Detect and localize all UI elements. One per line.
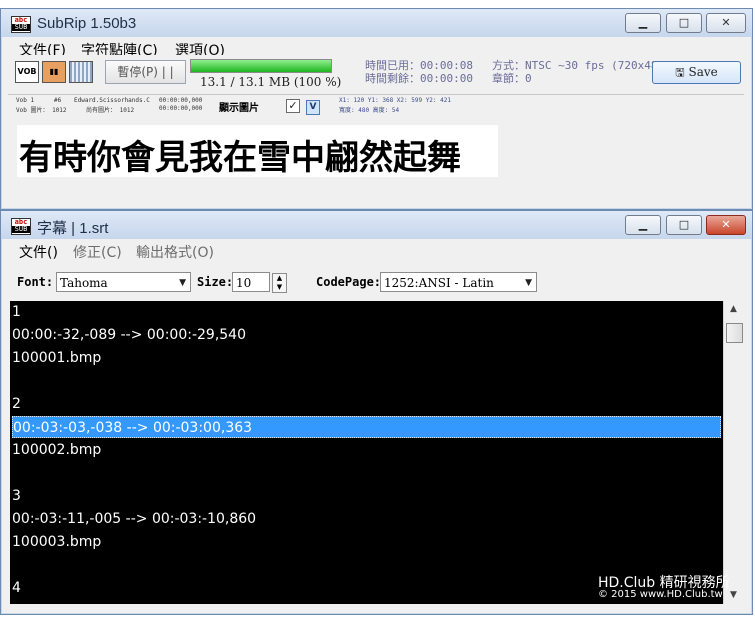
film-icon[interactable]: ▮▮: [42, 61, 66, 83]
scroll-thumb[interactable]: [726, 323, 743, 343]
chapter: 章節：0: [492, 70, 532, 86]
font-value: Tahoma: [60, 276, 108, 290]
title-text: Edward.Scissorhands.C: [74, 97, 150, 104]
sub-close-button[interactable]: ✕: [706, 215, 746, 235]
pause-button[interactable]: 暫停(P) | |: [105, 60, 186, 84]
chapter-label: 章節：: [492, 72, 525, 85]
save-button[interactable]: 🖫 Save: [652, 61, 741, 84]
sub-minimize-button[interactable]: ▁: [625, 215, 661, 235]
progress-bar: [190, 59, 332, 73]
size-stepper[interactable]: ▲ ▼: [272, 273, 287, 293]
vob-icon[interactable]: VOB: [15, 61, 39, 83]
vob-image-count: Vob 圖片： 1012: [16, 105, 67, 114]
hash-label: #6: [54, 97, 62, 104]
subtitle-line[interactable]: 00:-03:-03,-038 --> 00:-03:00,363: [12, 416, 721, 438]
preview-subtitle-text: 有時你會見我在雪中翩然起舞: [19, 138, 461, 178]
subtitle-titlebar[interactable]: abc SUB 字幕 | 1.srt ▁ □ ✕: [1, 211, 752, 239]
remaining-image-count: 尚有圖片： 1012: [86, 105, 134, 114]
font-label: Font:: [17, 275, 54, 289]
mode-value: NTSC ~30 fps (720x480): [525, 59, 671, 72]
minimize-button[interactable]: ▁: [625, 13, 661, 33]
menu-sub-file[interactable]: 文件(): [19, 242, 58, 262]
format-options-row: Font: Tahoma ▼ Size: 10 ▲ ▼ CodePage: 1252…: [3, 265, 750, 299]
main-titlebar[interactable]: abc SUB SubRip 1.50b3 ▁ □ ✕: [1, 9, 752, 37]
vob-label: Vob 1: [16, 97, 35, 104]
subtitle-line[interactable]: [12, 370, 721, 392]
scroll-up-icon[interactable]: ▲: [724, 301, 743, 318]
remaining-image-label: 尚有圖片：: [86, 107, 117, 114]
chapter-value: 0: [525, 72, 532, 85]
vob-image-value: 1012: [52, 107, 67, 114]
time1: 00:00:00,000: [159, 97, 203, 104]
v-button[interactable]: V: [306, 100, 320, 115]
subtitle-line[interactable]: 100001.bmp: [12, 347, 721, 369]
grid-icon[interactable]: [69, 61, 93, 83]
size-value: 10: [236, 276, 252, 290]
main-toolbar: VOB ▮▮ 暫停(P) | | 13.1 / 13.1 MB (100 %) …: [8, 55, 744, 93]
time-left: 時間剩餘：00:00:00: [365, 70, 473, 86]
vertical-scrollbar[interactable]: ▲ ▼: [723, 301, 743, 604]
font-select[interactable]: Tahoma ▼: [56, 272, 191, 292]
show-image-label: 顯示圖片: [219, 103, 259, 114]
subtitle-line[interactable]: 3: [12, 485, 721, 507]
watermark-line2: © 2015 www.HD.Club.tw: [598, 589, 723, 600]
subtitle-text-editor[interactable]: 1 00:00:-32,-089 --> 00:00:-29,540 100001.…: [10, 301, 723, 604]
subtitle-app-icon: abc SUB: [11, 218, 31, 235]
codepage-value: 1252:ANSI - Latin: [384, 276, 494, 290]
subrip-app-icon: abc SUB: [11, 16, 31, 33]
menu-sub-fix[interactable]: 修正(C): [73, 242, 122, 262]
subtitle-info-bar: Vob 1 #6 Edward.Scissorhands.C 00:00:00,…: [8, 94, 744, 117]
subtitle-menubar: 文件() 修正(C) 輸出格式(O): [3, 239, 750, 261]
stepper-up-icon[interactable]: ▲: [273, 274, 286, 283]
time-left-label: 時間剩餘：: [365, 72, 420, 85]
chevron-down-icon: ▼: [179, 278, 186, 288]
coords-line2: 寬度: 480 高度: 54: [339, 107, 400, 114]
codepage-label: CodePage:: [316, 275, 382, 289]
progress-fill: [191, 60, 331, 72]
remaining-image-value: 1012: [119, 107, 135, 114]
subtitle-line[interactable]: 100002.bmp: [12, 439, 721, 461]
sub-maximize-button[interactable]: □: [666, 215, 702, 235]
subtitle-line[interactable]: 100003.bmp: [12, 531, 721, 553]
subtitle-line[interactable]: 1: [12, 301, 721, 323]
stepper-down-icon[interactable]: ▼: [273, 283, 286, 292]
size-label: Size:: [197, 275, 234, 289]
size-input[interactable]: 10: [232, 272, 270, 292]
progress-text: 13.1 / 13.1 MB (100 %): [200, 75, 342, 89]
codepage-select[interactable]: 1252:ANSI - Latin ▼: [380, 272, 537, 292]
save-label: Save: [688, 65, 718, 79]
subtitle-line[interactable]: 00:-03:-11,-005 --> 00:-03:-10,860: [12, 508, 721, 530]
main-window-title: SubRip 1.50b3: [37, 15, 137, 32]
subtitle-window-title: 字幕 | 1.srt: [37, 220, 109, 237]
coords-line1: X1: 120 Y1: 368 X2: 599 Y2: 421: [339, 97, 451, 104]
subtitle-image-preview: 有時你會見我在雪中翩然起舞: [17, 125, 498, 178]
show-image-checkbox[interactable]: ✓: [286, 99, 300, 113]
chevron-down-icon: ▼: [525, 278, 532, 288]
vob-image-label: Vob 圖片：: [16, 107, 49, 114]
time2: 00:00:00,000: [159, 105, 203, 112]
maximize-button[interactable]: □: [666, 13, 702, 33]
save-icon: 🖫: [675, 66, 685, 79]
time-left-value: 00:00:00: [420, 72, 473, 85]
subtitle-line[interactable]: 2: [12, 393, 721, 415]
menu-sub-output[interactable]: 輸出格式(O): [136, 242, 214, 262]
subtitle-line[interactable]: [12, 462, 721, 484]
close-button[interactable]: ✕: [706, 13, 746, 33]
subtitle-line[interactable]: 00:00:-32,-089 --> 00:00:-29,540: [12, 324, 721, 346]
